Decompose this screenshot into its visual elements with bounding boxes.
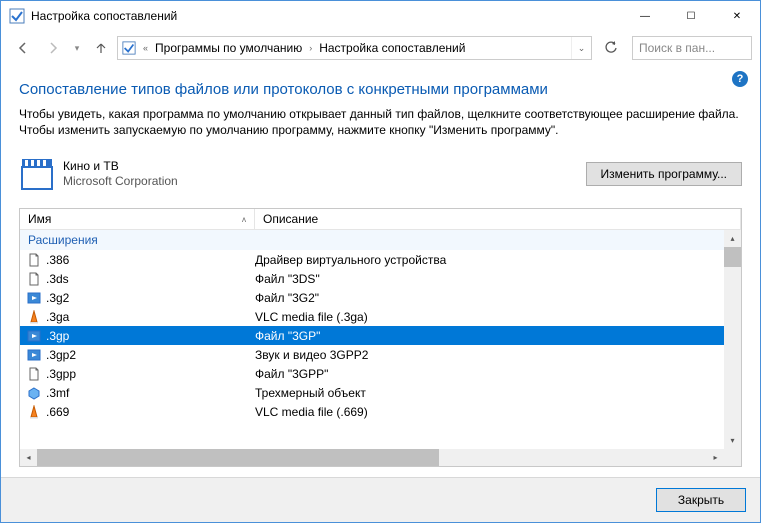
search-input[interactable] [639,41,745,55]
table-row[interactable]: .669 VLC media file (.669) [20,402,724,421]
sort-asc-icon: ʌ [242,215,246,224]
up-button[interactable] [87,35,115,61]
back-button[interactable] [9,35,37,61]
extension-name: .3ga [46,310,69,324]
minimize-button[interactable]: — [622,1,668,31]
app-icon [9,8,25,24]
vertical-scrollbar[interactable]: ▴ ▾ [724,230,741,449]
breadcrumb[interactable]: « Программы по умолчанию › Настройка соп… [117,36,592,60]
file-type-icon [26,328,42,344]
extension-name: .669 [46,405,69,419]
group-header: Расширения [20,230,724,250]
file-type-icon [26,252,42,268]
movies-tv-icon [19,156,55,192]
extension-name: .386 [46,253,69,267]
extension-name: .3mf [46,386,69,400]
extension-name: .3gpp [46,367,76,381]
extension-description: Трехмерный объект [255,386,724,400]
close-dialog-button[interactable]: Закрыть [656,488,746,512]
refresh-button[interactable] [598,36,624,60]
table-row[interactable]: .3gpp Файл "3GPP" [20,364,724,383]
file-type-icon [26,290,42,306]
extension-name: .3ds [46,272,69,286]
app-publisher: Microsoft Corporation [63,174,578,190]
list-header: Имяʌ Описание [20,209,741,230]
scroll-thumb[interactable] [37,449,439,466]
scroll-thumb[interactable] [724,247,741,267]
scroll-up-button[interactable]: ▴ [724,230,741,247]
default-app-panel: Кино и ТВ Microsoft Corporation Изменить… [19,152,742,196]
nav-bar: ▾ « Программы по умолчанию › Настройка с… [1,31,760,65]
table-row[interactable]: .3gp Файл "3GP" [20,326,724,345]
column-header-description[interactable]: Описание [255,209,741,229]
horizontal-scrollbar[interactable]: ◂ ▸ [20,449,741,466]
page-heading: Сопоставление типов файлов или протоколо… [19,81,742,98]
file-type-icon [26,404,42,420]
table-row[interactable]: .3ds Файл "3DS" [20,269,724,288]
extension-name: .3g2 [46,291,69,305]
extension-description: Файл "3DS" [255,272,724,286]
breadcrumb-item[interactable]: Программы по умолчанию [151,37,306,59]
extension-description: Драйвер виртуального устройства [255,253,724,267]
extension-description: Файл "3GPP" [255,367,724,381]
file-type-icon [26,271,42,287]
table-row[interactable]: .3mf Трехмерный объект [20,383,724,402]
app-name: Кино и ТВ [63,159,578,175]
table-row[interactable]: .386 Драйвер виртуального устройства [20,250,724,269]
breadcrumb-dropdown[interactable]: ⌄ [571,37,591,59]
change-program-button[interactable]: Изменить программу... [586,162,742,186]
file-type-icon [26,309,42,325]
file-type-icon [26,347,42,363]
table-row[interactable]: .3gp2 Звук и видео 3GPP2 [20,345,724,364]
close-button[interactable]: ✕ [714,1,760,31]
chevron-right-icon: « [140,43,151,53]
chevron-right-icon: › [306,43,315,53]
table-row[interactable]: .3ga VLC media file (.3ga) [20,307,724,326]
scroll-right-button[interactable]: ▸ [707,449,724,466]
table-row[interactable]: .3g2 Файл "3G2" [20,288,724,307]
file-type-icon [26,366,42,382]
dialog-footer: Закрыть [1,477,760,522]
extension-description: Звук и видео 3GPP2 [255,348,724,362]
extension-description: Файл "3G2" [255,291,724,305]
file-type-icon [26,385,42,401]
search-box[interactable] [632,36,752,60]
extension-name: .3gp2 [46,348,76,362]
extension-description: Файл "3GP" [255,329,724,343]
page-description: Чтобы увидеть, какая программа по умолча… [19,106,742,138]
title-bar: Настройка сопоставлений — ☐ ✕ [1,1,760,31]
breadcrumb-icon [118,41,140,55]
scroll-down-button[interactable]: ▾ [724,432,741,449]
forward-button[interactable] [39,35,67,61]
maximize-button[interactable]: ☐ [668,1,714,31]
extension-description: VLC media file (.3ga) [255,310,724,324]
file-associations-list: Имяʌ Описание Расширения .386 Драйвер вирт… [19,208,742,467]
help-icon[interactable]: ? [732,71,748,87]
extension-description: VLC media file (.669) [255,405,724,419]
breadcrumb-item[interactable]: Настройка сопоставлений [315,37,469,59]
column-header-name[interactable]: Имяʌ [20,209,255,229]
window-title: Настройка сопоставлений [31,9,622,23]
extension-name: .3gp [46,329,69,343]
recent-dropdown[interactable]: ▾ [69,35,85,61]
scroll-left-button[interactable]: ◂ [20,449,37,466]
